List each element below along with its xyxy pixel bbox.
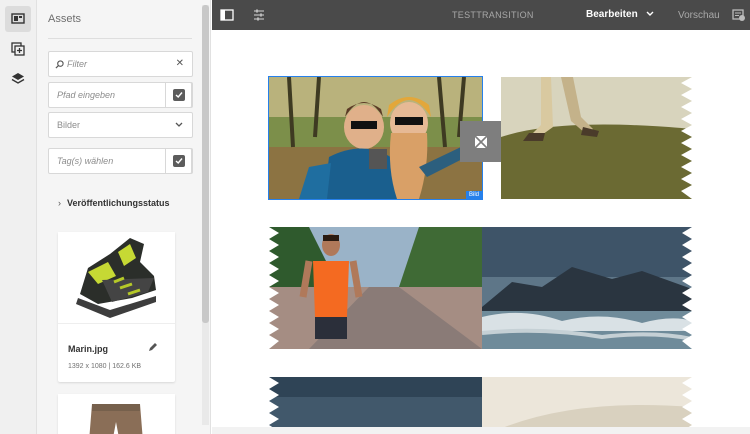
sea-image — [482, 227, 692, 349]
mode-selector[interactable]: Bearbeiten — [586, 9, 654, 20]
asset-card[interactable]: Marin.jpg 1392 x 1080 | 162.6 KB — [58, 232, 175, 382]
chevron-down-icon — [646, 11, 654, 17]
filter-placeholder: Filter — [67, 59, 87, 69]
asset-type-value: Bilder — [57, 120, 81, 130]
pants-image — [58, 394, 175, 434]
asset-browser-icon[interactable] — [5, 6, 31, 32]
panel-scrollbar[interactable] — [202, 5, 209, 425]
image-component[interactable] — [269, 377, 482, 434]
left-rail — [0, 0, 37, 434]
layers-icon[interactable] — [5, 66, 31, 92]
publication-status-label: Veröffentlichungsstatus — [67, 198, 170, 208]
hiker-image — [501, 77, 692, 199]
asset-name: Marin.jpg — [68, 344, 108, 354]
search-icon — [55, 60, 64, 69]
assets-panel: Assets Filter ✕ Pfad eingeben Bilder Tag… — [37, 0, 211, 434]
panel-title: Assets — [48, 13, 82, 25]
transition-handle[interactable] — [460, 121, 501, 162]
landscape-image — [269, 377, 482, 434]
page-properties-icon[interactable] — [252, 8, 266, 22]
asset-card[interactable] — [58, 394, 175, 434]
page-info-icon[interactable] — [732, 8, 746, 22]
tags-picker-button[interactable] — [165, 148, 192, 174]
tags-placeholder: Tag(s) wählen — [57, 156, 114, 166]
asset-type-select[interactable]: Bilder — [48, 112, 193, 138]
chevron-right-icon: › — [58, 198, 61, 208]
divider — [48, 38, 192, 39]
selection-frame: Bild — [268, 76, 483, 200]
canvas-horizontal-scrollbar[interactable] — [212, 427, 750, 434]
page-title: TESTTRANSITION — [452, 10, 534, 20]
transition-icon — [473, 134, 488, 149]
checkbox-icon — [172, 89, 185, 101]
path-picker-button[interactable] — [165, 82, 192, 108]
image-component[interactable] — [482, 227, 692, 349]
asset-thumbnail — [58, 232, 175, 324]
chevron-down-icon — [175, 122, 183, 127]
selected-component-label: Bild — [465, 191, 482, 199]
runner-image — [269, 227, 482, 349]
asset-meta: 1392 x 1080 | 162.6 KB — [68, 363, 142, 370]
mode-label: Bearbeiten — [586, 9, 638, 20]
fog-image — [482, 377, 692, 434]
path-placeholder: Pfad eingeben — [57, 90, 116, 100]
filter-input[interactable]: Filter ✕ — [48, 51, 193, 77]
image-component[interactable] — [269, 227, 482, 349]
preview-button[interactable]: Vorschau — [678, 10, 720, 21]
tags-input[interactable]: Tag(s) wählen — [48, 148, 193, 174]
toggle-side-panel-icon[interactable] — [220, 8, 234, 22]
clear-icon[interactable]: ✕ — [176, 58, 184, 69]
editor-toolbar: TESTTRANSITION Bearbeiten Vorschau — [212, 0, 750, 30]
page-canvas: Bild — [212, 30, 750, 434]
asset-thumbnail — [58, 394, 175, 434]
publication-status-toggle[interactable]: › Veröffentlichungsstatus — [58, 198, 170, 208]
image-component[interactable] — [482, 377, 692, 434]
shoe-image — [58, 232, 175, 323]
checkbox-icon — [172, 155, 185, 167]
components-icon[interactable] — [5, 36, 31, 62]
path-input[interactable]: Pfad eingeben — [48, 82, 193, 108]
scrollbar-thumb[interactable] — [202, 5, 209, 323]
edit-icon[interactable] — [148, 342, 158, 352]
image-component[interactable] — [501, 77, 692, 199]
